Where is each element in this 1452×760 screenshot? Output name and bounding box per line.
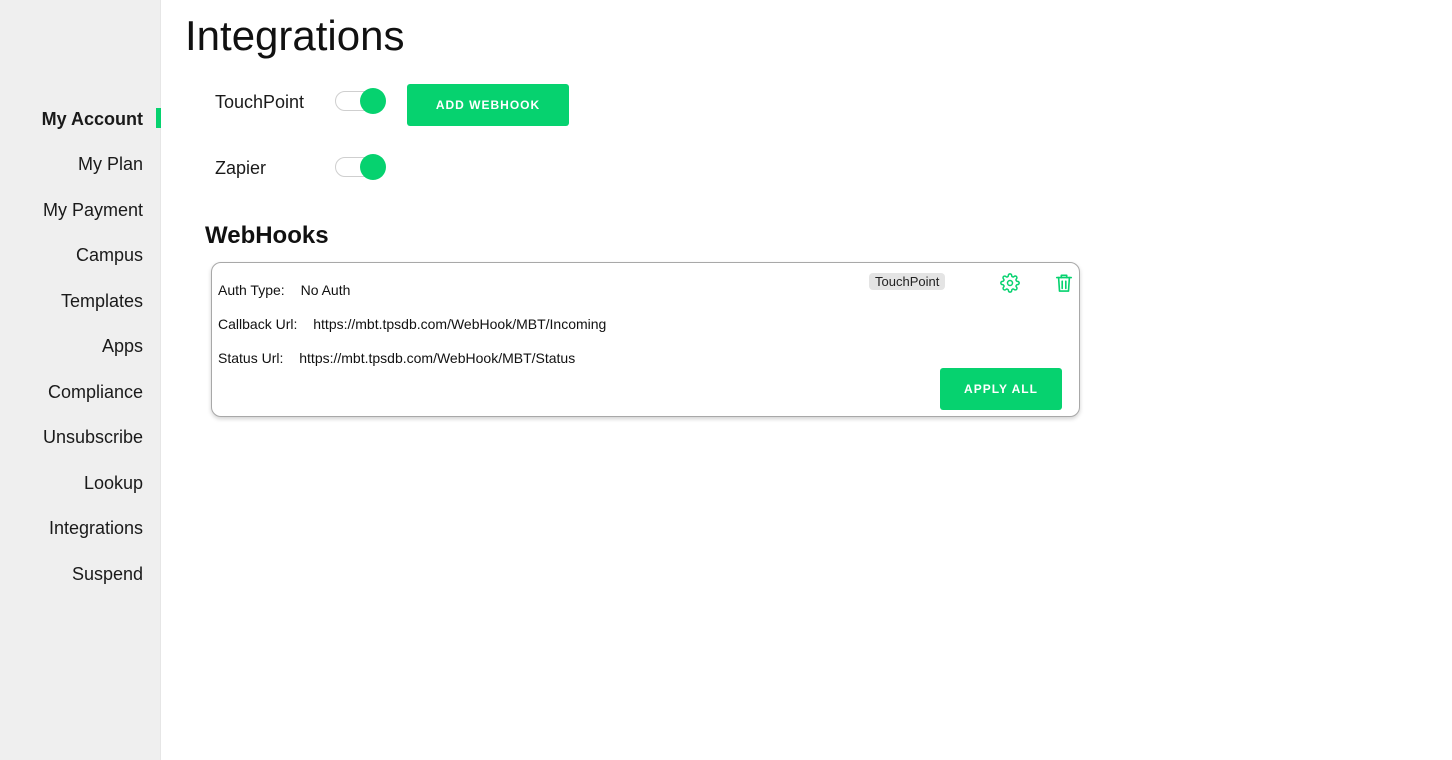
sidebar: My Account My Plan My Payment Campus Tem… — [0, 0, 161, 760]
toggle-knob — [360, 88, 386, 114]
touchpoint-toggle[interactable] — [335, 88, 387, 114]
sidebar-item-lookup[interactable]: Lookup — [84, 472, 143, 494]
webhook-card: Auth Type: No Auth Callback Url: https:/… — [211, 262, 1080, 417]
callback-url-row: Callback Url: https://mbt.tpsdb.com/WebH… — [218, 315, 606, 333]
active-nav-indicator — [156, 108, 161, 128]
gear-icon[interactable] — [999, 272, 1021, 294]
sidebar-item-my-payment[interactable]: My Payment — [43, 199, 143, 221]
sidebar-item-compliance[interactable]: Compliance — [48, 381, 143, 403]
add-webhook-button[interactable]: ADD WEBHOOK — [407, 84, 569, 126]
integration-badge: TouchPoint — [869, 273, 946, 290]
integration-label-touchpoint: TouchPoint — [215, 92, 305, 112]
sidebar-item-templates[interactable]: Templates — [61, 290, 143, 312]
auth-type-label: Auth Type: — [218, 282, 285, 298]
sidebar-item-unsubscribe[interactable]: Unsubscribe — [43, 426, 143, 448]
integration-label-zapier: Zapier — [215, 158, 267, 178]
callback-url-label: Callback Url: — [218, 316, 298, 332]
status-url-value: https://mbt.tpsdb.com/WebHook/MBT/Status — [299, 350, 576, 366]
trash-icon[interactable] — [1053, 272, 1075, 294]
sidebar-item-campus[interactable]: Campus — [76, 244, 143, 266]
sidebar-item-my-account[interactable]: My Account — [42, 108, 143, 130]
sidebar-item-suspend[interactable]: Suspend — [72, 563, 143, 585]
apply-all-button[interactable]: APPLY ALL — [940, 368, 1062, 410]
auth-type-row: Auth Type: No Auth — [218, 281, 350, 299]
sidebar-item-my-plan[interactable]: My Plan — [78, 153, 143, 175]
zapier-toggle[interactable] — [335, 154, 387, 180]
status-url-label: Status Url: — [218, 350, 284, 366]
auth-type-value: No Auth — [300, 282, 351, 298]
callback-url-value: https://mbt.tpsdb.com/WebHook/MBT/Incomi… — [313, 316, 607, 332]
page-title: Integrations — [185, 12, 405, 59]
webhooks-title: WebHooks — [205, 222, 329, 249]
sidebar-item-integrations[interactable]: Integrations — [49, 517, 143, 539]
sidebar-item-apps[interactable]: Apps — [102, 335, 143, 357]
status-url-row: Status Url: https://mbt.tpsdb.com/WebHoo… — [218, 349, 575, 367]
toggle-knob — [360, 154, 386, 180]
